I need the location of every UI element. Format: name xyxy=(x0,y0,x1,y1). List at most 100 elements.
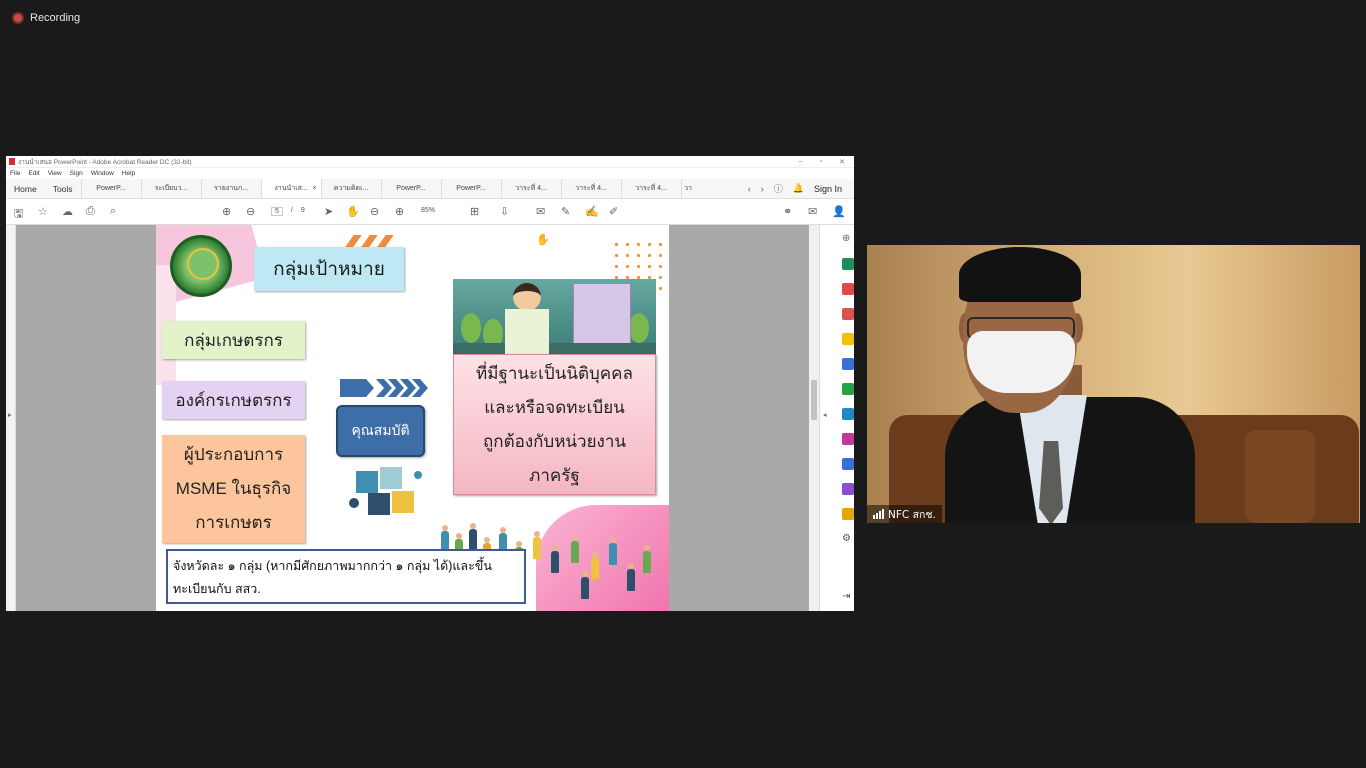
doc-tab-active[interactable]: งานนำเส... × xyxy=(260,179,321,198)
doc-tab[interactable]: PowerP... xyxy=(440,179,501,198)
acrobat-icon xyxy=(9,158,15,165)
window-title: งานนำเสนอ PowerPoint - Adobe Acrobat Rea… xyxy=(18,158,192,166)
recording-indicator: Recording xyxy=(12,12,80,24)
participant-video[interactable]: NFC สกช. xyxy=(867,245,1360,523)
doc-tab[interactable]: PowerP... xyxy=(80,179,141,198)
puzzle-illustration xyxy=(349,467,422,515)
create-pdf-icon[interactable] xyxy=(842,283,854,295)
slide-page: กลุ่มเป้าหมาย กลุ่มเกษตรกร องค์กรเกษตรกร… xyxy=(156,225,669,611)
doc-tab[interactable]: วาระที่ 4... xyxy=(560,179,621,198)
face-mask xyxy=(967,331,1075,393)
page-indicator: 5 / 9 xyxy=(271,207,305,216)
highlight-pen-icon[interactable]: ✎ xyxy=(561,205,570,218)
zoom-level[interactable]: 85% xyxy=(421,207,435,214)
close-icon[interactable]: ✕ xyxy=(839,158,845,166)
official-building-illustration xyxy=(453,279,656,354)
hand-tool-icon[interactable]: ✋ xyxy=(346,205,360,218)
vertical-scrollbar[interactable] xyxy=(809,225,819,611)
notification-bell-icon[interactable]: 🔔 xyxy=(793,183,804,194)
menu-file[interactable]: File xyxy=(10,170,20,177)
doc-tab[interactable]: วาระที่ 4... xyxy=(500,179,561,198)
doc-tab[interactable]: วา xyxy=(680,179,695,198)
maximize-icon[interactable]: ▫ xyxy=(820,158,822,166)
menu-window[interactable]: Window xyxy=(91,170,114,177)
signal-strength-icon xyxy=(873,509,884,519)
total-pages: 9 xyxy=(300,207,305,214)
tab-home[interactable]: Home xyxy=(6,179,45,198)
help-icon[interactable]: ⓘ xyxy=(774,182,783,195)
chevron-arrows-icon xyxy=(340,379,428,397)
zoom-in-icon[interactable]: ⊕ xyxy=(395,205,404,218)
left-panel-toggle[interactable]: ▸ xyxy=(6,225,16,611)
window-titlebar: งานนำเสนอ PowerPoint - Adobe Acrobat Rea… xyxy=(6,156,854,168)
comment-tool-icon[interactable] xyxy=(842,333,854,345)
collapse-right-icon[interactable]: ◂ xyxy=(823,411,827,419)
msme-line: ผู้ประกอบการ xyxy=(183,445,284,464)
recording-label: Recording xyxy=(30,12,81,24)
add-user-icon[interactable]: 👤 xyxy=(832,205,846,218)
fit-page-icon[interactable]: ⊞ xyxy=(470,205,479,218)
doc-tab[interactable]: ระเบียบว... xyxy=(140,179,201,198)
doc-tab[interactable]: PowerP... xyxy=(380,179,441,198)
save-icon[interactable]: 🖫 xyxy=(14,205,23,224)
menu-view[interactable]: View xyxy=(48,170,62,177)
combine-files-icon[interactable] xyxy=(842,358,854,370)
document-viewer: ▸ กลุ่มเป้าหมาย กลุ่มเกษตรกร องค์กรเกษตร… xyxy=(6,225,854,611)
share-link-icon[interactable]: ⚭ xyxy=(783,205,792,218)
current-page-input[interactable]: 5 xyxy=(271,207,283,216)
tab-close-icon[interactable]: × xyxy=(312,185,316,192)
main-toolbar: 🖫 ☆ ☁ ⎙ ⌕ ⊕ ⊖ 5 / 9 ➤ ✋ ⊖ ⊕ 85% ⊞ ⇩ ✉ ✎ … xyxy=(6,199,854,225)
upload-cloud-icon[interactable]: ☁ xyxy=(62,205,73,218)
scan-ocr-icon[interactable] xyxy=(842,408,854,420)
select-pointer-icon[interactable]: ➤ xyxy=(324,205,333,218)
minimize-icon[interactable]: – xyxy=(799,158,803,166)
print-icon[interactable]: ⎙ xyxy=(86,205,95,218)
doc-tab[interactable]: รายงานก... xyxy=(200,179,261,198)
tab-scroll-left-icon[interactable]: ‹ xyxy=(748,184,751,194)
condition-box: ที่มีฐานะเป็นนิติบุคคล และหรือจดทะเบียน … xyxy=(453,354,656,495)
chair-arm xyxy=(1245,430,1315,523)
collapse-panel-icon[interactable]: ⇥ xyxy=(842,591,854,603)
more-tools-icon[interactable]: ⚙ xyxy=(842,533,854,545)
target-group-msme: ผู้ประกอบการ MSME ในธุรกิจ การเกษตร xyxy=(162,435,305,543)
participant-name: NFC สกช. xyxy=(888,508,936,521)
msme-line: การเกษตร xyxy=(195,513,272,532)
condition-line: ถูกต้องกับหน่วยงาน xyxy=(482,431,627,451)
hand-cursor-icon: ✋ xyxy=(536,234,550,246)
condition-line: ที่มีฐานะเป็นนิติบุคคล xyxy=(476,363,633,383)
note-line: จังหวัดละ ๑ กลุ่ม (หากมีศักยภาพมากกว่า ๑… xyxy=(173,559,492,573)
fill-sign-icon[interactable]: ✐ xyxy=(609,205,618,218)
protect-icon[interactable] xyxy=(842,458,854,470)
qualification-label: คุณสมบัติ xyxy=(336,405,425,457)
certificate-icon[interactable] xyxy=(842,508,854,520)
zoom-icon[interactable]: ⊕ xyxy=(842,233,854,245)
target-group-farmers: กลุ่มเกษตรกร xyxy=(162,321,305,359)
slide-title: กลุ่มเป้าหมาย xyxy=(254,247,404,291)
tab-scroll-right-icon[interactable]: › xyxy=(761,184,764,194)
doc-tab[interactable]: วาระที่ 4... xyxy=(620,179,681,198)
tab-tools[interactable]: Tools xyxy=(45,179,81,198)
organize-pages-icon[interactable] xyxy=(842,383,854,395)
fill-sign-tool-icon[interactable] xyxy=(842,433,854,445)
msme-line: MSME ในธุรกิจ xyxy=(175,479,292,498)
sign-icon[interactable]: ✍ xyxy=(585,205,599,218)
menu-sign[interactable]: Sign xyxy=(70,170,83,177)
edit-pdf-icon[interactable] xyxy=(842,308,854,320)
menu-bar: File Edit View Sign Window Help xyxy=(6,168,854,179)
email-icon[interactable]: ✉ xyxy=(808,205,817,218)
menu-help[interactable]: Help xyxy=(122,170,135,177)
search-icon[interactable]: ⌕ xyxy=(110,205,116,218)
scroll-mode-icon[interactable]: ⇩ xyxy=(500,205,509,218)
page-up-icon[interactable]: ⊕ xyxy=(222,205,231,218)
export-pdf-icon[interactable] xyxy=(842,258,854,270)
tools-side-panel: ⊕ ⚙ ⇥ ◂ xyxy=(819,225,854,611)
zoom-out-icon[interactable]: ⊖ xyxy=(370,205,379,218)
acrobat-window: งานนำเสนอ PowerPoint - Adobe Acrobat Rea… xyxy=(6,156,854,611)
comment-icon[interactable]: ✉ xyxy=(536,205,545,218)
doc-tab[interactable]: ความคิดเ... xyxy=(320,179,381,198)
bookmark-star-icon[interactable]: ☆ xyxy=(38,205,48,218)
page-down-icon[interactable]: ⊖ xyxy=(246,205,255,218)
send-signature-icon[interactable] xyxy=(842,483,854,495)
menu-edit[interactable]: Edit xyxy=(28,170,39,177)
sign-in-link[interactable]: Sign In xyxy=(814,184,842,194)
